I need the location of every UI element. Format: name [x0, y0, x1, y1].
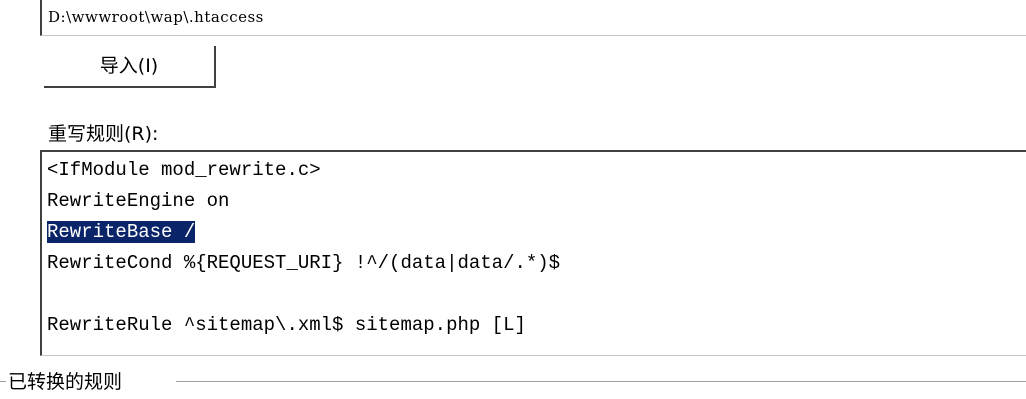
rewrite-rules-editor[interactable]: <IfModule mod_rewrite.c> RewriteEngine o… — [40, 150, 1026, 356]
htaccess-path-value: D:\wwwroot\wap\.htaccess — [48, 8, 264, 26]
converted-rules-group: 已转换的规则 — [0, 367, 1026, 397]
code-line: <IfModule mod_rewrite.c> — [47, 159, 321, 181]
code-line: RewriteEngine on — [47, 190, 230, 212]
group-border-right — [176, 381, 1026, 382]
selected-text: RewriteBase / — [47, 221, 196, 243]
converted-rules-title: 已转换的规则 — [8, 367, 123, 394]
group-border-left — [0, 381, 6, 382]
code-line: RewriteCond %{REQUEST_URI} !^/(data|data… — [47, 252, 561, 274]
rewrite-rules-label: 重写规则(R): — [48, 123, 159, 145]
code-line: RewriteRule ^sitemap\.xml$ sitemap.php [… — [47, 314, 526, 336]
htaccess-path-field[interactable]: D:\wwwroot\wap\.htaccess — [40, 0, 1026, 36]
import-button[interactable]: 导入(I) — [44, 46, 216, 88]
code-line-selected: RewriteBase / — [47, 217, 1026, 248]
import-button-label: 导入(I) — [99, 55, 159, 77]
